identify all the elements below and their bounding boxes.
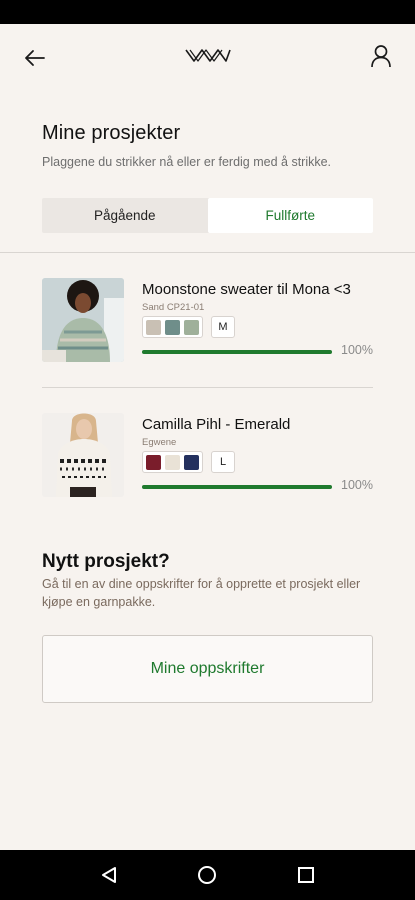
progress-percent: 100% — [341, 343, 373, 357]
profile-button[interactable] — [365, 40, 397, 72]
back-button[interactable] — [18, 42, 50, 74]
project-card[interactable]: Camilla Pihl - Emerald Egwene L 100% — [42, 413, 373, 497]
color-swatch — [165, 455, 180, 470]
my-recipes-button[interactable]: Mine oppskrifter — [42, 635, 373, 703]
project-tabs: Pågående Fullførte — [42, 198, 373, 233]
nav-back-button[interactable] — [97, 863, 121, 887]
circle-home-icon — [198, 866, 217, 884]
progress-bar — [142, 485, 332, 489]
color-swatch — [146, 455, 161, 470]
progress-fill — [142, 350, 332, 354]
color-swatch — [184, 455, 199, 470]
tab-completed[interactable]: Fullførte — [207, 198, 373, 233]
triangle-back-icon — [102, 867, 117, 883]
project-name: Moonstone sweater til Mona <3 — [142, 281, 351, 298]
nav-home-button[interactable] — [195, 863, 219, 887]
project-name: Camilla Pihl - Emerald — [142, 416, 291, 433]
size-badge: L — [211, 451, 235, 473]
page-subtitle: Plaggene du strikker nå eller er ferdig … — [42, 155, 332, 169]
new-project-title: Nytt prosjekt? — [42, 551, 170, 572]
system-nav-bar — [0, 850, 415, 900]
project-yarn: Sand CP21-01 — [142, 302, 205, 313]
project-image — [42, 278, 124, 362]
top-bar — [0, 24, 415, 88]
user-icon — [371, 45, 391, 68]
brand-logo-icon — [185, 49, 231, 62]
nav-recents-button[interactable] — [294, 863, 318, 887]
project-card[interactable]: Moonstone sweater til Mona <3 Sand CP21-… — [42, 278, 373, 362]
divider — [0, 252, 415, 253]
square-recents-icon — [297, 867, 314, 883]
yarn-swatches: M — [142, 316, 235, 338]
tab-ongoing[interactable]: Pågående — [42, 198, 208, 233]
color-swatch — [165, 320, 180, 335]
color-swatches — [142, 316, 203, 338]
progress-bar — [142, 350, 332, 354]
arrow-left-icon — [25, 50, 45, 66]
new-project-description: Gå til en av dine oppskrifter for å oppr… — [42, 577, 361, 609]
page-title: Mine prosjekter — [42, 122, 181, 144]
size-badge: M — [211, 316, 235, 338]
divider — [42, 387, 373, 388]
status-bar — [0, 0, 415, 24]
project-image — [42, 413, 124, 497]
color-swatch — [184, 320, 199, 335]
yarn-swatches: L — [142, 451, 235, 473]
color-swatches — [142, 451, 203, 473]
project-yarn: Egwene — [142, 437, 177, 448]
progress-percent: 100% — [341, 478, 373, 492]
progress-fill — [142, 485, 332, 489]
color-swatch — [146, 320, 161, 335]
